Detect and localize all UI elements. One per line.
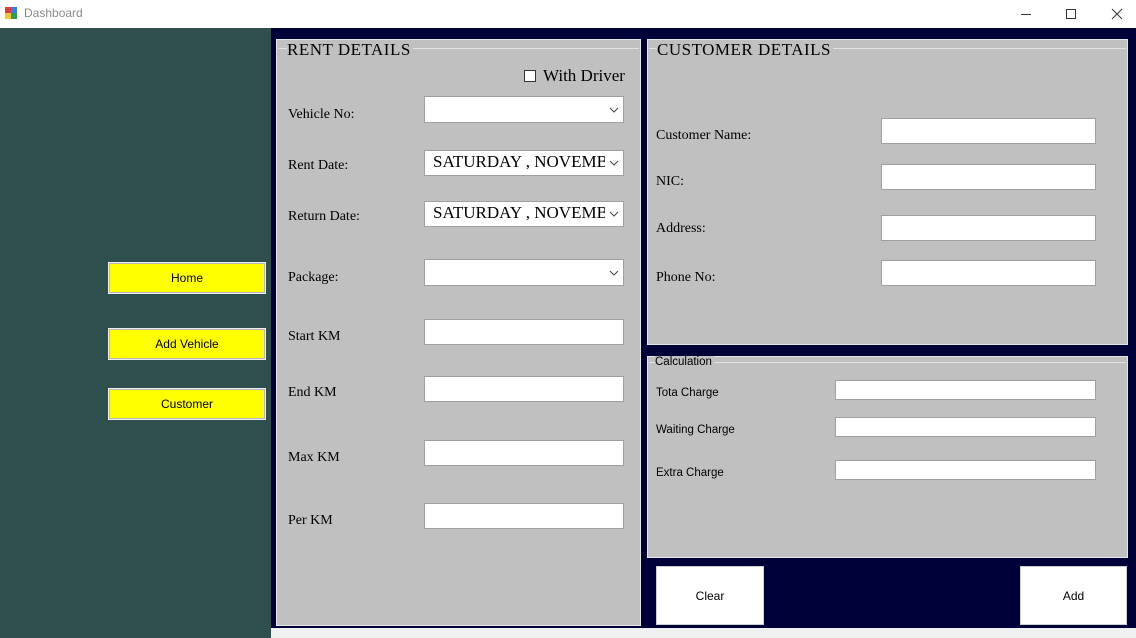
return-date-picker[interactable]: SATURDAY , NOVEMBER [424, 201, 624, 227]
rent-date-label: Rent Date: [288, 158, 349, 173]
customer-name-input[interactable] [881, 118, 1096, 144]
address-label: Address: [656, 221, 706, 236]
phone-no-label: Phone No: [656, 270, 716, 285]
calculation-title: Calculation [655, 356, 714, 368]
address-input[interactable] [881, 215, 1096, 241]
maximize-button[interactable] [1048, 0, 1094, 28]
sidebar: Home Add Vehicle Customer [0, 28, 271, 638]
package-select[interactable] [424, 259, 624, 286]
status-strip [271, 628, 1136, 638]
per-km-label: Per KM [288, 513, 333, 528]
package-label: Package: [288, 270, 339, 285]
close-icon [1111, 8, 1123, 20]
extra-charge-input[interactable] [835, 460, 1096, 480]
customer-details-title: CUSTOMER DETAILS [657, 40, 833, 60]
window-title: Dashboard [24, 6, 83, 20]
waiting-charge-input[interactable] [835, 417, 1096, 437]
return-date-value: SATURDAY , NOVEMBER [433, 203, 605, 222]
end-km-label: End KM [288, 385, 337, 400]
customer-details-panel [647, 39, 1128, 345]
rent-date-picker[interactable]: SATURDAY , NOVEMBER [424, 150, 624, 176]
app-icon [4, 6, 18, 20]
total-charge-label: Tota Charge [656, 387, 719, 399]
minimize-icon [1021, 14, 1031, 15]
total-charge-input[interactable] [835, 380, 1096, 400]
per-km-input[interactable] [424, 503, 624, 529]
phone-no-input[interactable] [881, 260, 1096, 286]
max-km-label: Max KM [288, 450, 340, 465]
chevron-down-icon [609, 270, 619, 276]
title-bar: Dashboard [0, 0, 1136, 28]
maximize-icon [1066, 9, 1076, 19]
vehicle-no-select[interactable] [424, 96, 624, 123]
end-km-input[interactable] [424, 376, 624, 402]
vehicle-no-label: Vehicle No: [288, 107, 355, 122]
clear-button[interactable]: Clear [656, 566, 764, 625]
customer-name-label: Customer Name: [656, 128, 752, 143]
waiting-charge-label: Waiting Charge [656, 424, 735, 436]
customer-button[interactable]: Customer [108, 388, 266, 420]
return-date-label: Return Date: [288, 209, 360, 224]
close-button[interactable] [1094, 0, 1136, 28]
calculation-border [649, 362, 1126, 363]
chevron-down-icon [609, 107, 619, 113]
minimize-button[interactable] [1003, 0, 1049, 28]
start-km-label: Start KM [288, 329, 341, 344]
chevron-down-icon [609, 211, 619, 217]
with-driver-checkbox[interactable] [524, 70, 536, 82]
home-button[interactable]: Home [108, 262, 266, 294]
add-button[interactable]: Add [1020, 566, 1127, 625]
nic-input[interactable] [881, 164, 1096, 190]
start-km-input[interactable] [424, 319, 624, 345]
nic-label: NIC: [656, 174, 684, 189]
chevron-down-icon [609, 160, 619, 166]
with-driver-label: With Driver [543, 66, 625, 85]
add-vehicle-button[interactable]: Add Vehicle [108, 328, 266, 360]
max-km-input[interactable] [424, 440, 624, 466]
extra-charge-label: Extra Charge [656, 467, 724, 479]
rent-details-title: RENT DETAILS [287, 40, 413, 60]
rent-date-value: SATURDAY , NOVEMBER [433, 152, 605, 171]
